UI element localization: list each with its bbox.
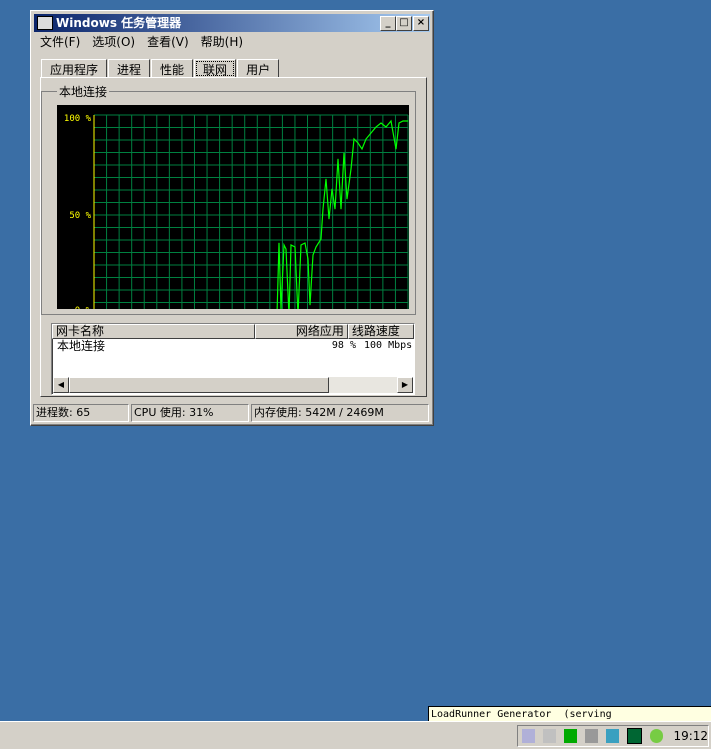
data-point [291,245,292,246]
status-processes: 进程数: 65 [33,404,129,422]
col-link-speed[interactable]: 线路速度 [348,324,414,339]
data-point [347,199,348,200]
data-point [295,247,296,248]
network-graph: 100 % 50 % 0 % [57,105,409,309]
network-icon[interactable] [543,729,556,743]
adapter-speed: 100 Mbps [356,339,412,353]
data-point [286,249,287,250]
menu-bar: 文件(F) 选项(O) 查看(V) 帮助(H) [34,33,249,51]
data-point [371,133,372,134]
status-memory: 内存使用: 542M / 2469M [251,404,429,422]
y-tick-label: 50 % [69,211,91,221]
adapter-name: 本地连接 [52,339,266,353]
taskbar: 19:12 [0,721,711,749]
data-point [301,245,302,246]
scroll-right-button[interactable]: ▶ [397,377,413,393]
data-point [326,179,327,180]
scroll-left-button[interactable]: ◀ [53,377,69,393]
status-icon[interactable] [650,729,663,743]
menu-file[interactable]: 文件(F) [34,33,86,51]
data-point [332,189,333,190]
data-point [344,153,345,154]
scroll-thumb[interactable] [69,377,329,393]
menu-options[interactable]: 选项(O) [86,33,141,51]
keyboard-icon[interactable] [522,729,535,743]
data-point [329,219,330,220]
list-header: 网卡名称 网络应用 线路速度 [52,324,414,339]
sync-icon[interactable] [606,729,619,743]
data-point [308,259,309,260]
tab-networking[interactable]: 联网 [194,59,236,78]
tab-users[interactable]: 用户 [237,59,279,78]
data-point [408,121,409,122]
data-point [279,243,280,244]
data-point [338,159,339,160]
data-point [323,209,324,210]
y-tick-label: 0 % [75,306,92,309]
status-cpu: CPU 使用: 31% [131,404,249,422]
data-point [396,149,397,150]
menu-view[interactable]: 查看(V) [141,33,195,51]
monitor-icon[interactable] [564,729,577,743]
table-row[interactable]: 本地连接 98 % 100 Mbps [52,339,414,353]
group-label: 本地连接 [57,83,109,100]
data-point [310,305,311,306]
data-point [316,247,317,248]
tab-performance[interactable]: 性能 [151,59,193,78]
oscilloscope-icon[interactable] [627,728,642,744]
tool-icon[interactable] [585,729,598,743]
data-point [386,127,387,128]
data-point [313,255,314,256]
system-tray: 19:12 [517,725,709,747]
data-point [305,243,306,244]
data-point [376,127,377,128]
col-network-usage[interactable]: 网络应用 [255,324,348,339]
adapter-list[interactable]: 网卡名称 网络应用 线路速度 本地连接 98 % 100 Mbps ◀ ▶ [51,323,415,395]
data-point [351,169,352,170]
data-point [341,209,342,210]
data-point [284,245,285,246]
status-bar: 进程数: 65 CPU 使用: 31% 内存使用: 542M / 2469M [33,404,431,422]
window-title: Windows 任务管理器 [56,16,181,30]
maximize-button[interactable]: □ [396,16,412,31]
data-point [399,123,400,124]
task-manager-window: Windows 任务管理器 _ □ × 文件(F) 选项(O) 查看(V) 帮助… [30,10,434,426]
menu-help[interactable]: 帮助(H) [195,33,249,51]
data-point [358,143,359,144]
data-point [391,121,392,122]
data-point [354,139,355,140]
data-point [381,123,382,124]
tab-processes[interactable]: 进程 [108,59,150,78]
title-bar[interactable]: Windows 任务管理器 _ □ × [34,14,430,32]
app-icon [37,16,53,30]
close-button[interactable]: × [413,16,429,31]
tab-applications[interactable]: 应用程序 [41,59,107,78]
clock[interactable]: 19:12 [673,729,708,743]
network-chart: 100 % 50 % 0 % [57,105,409,309]
minimize-button[interactable]: _ [380,16,396,31]
data-point [321,239,322,240]
adapter-usage: 98 % [266,339,356,353]
col-adapter-name[interactable]: 网卡名称 [52,324,255,339]
data-point [362,149,363,150]
data-point [403,121,404,122]
horizontal-scrollbar[interactable]: ◀ ▶ [53,377,413,393]
data-point [335,209,336,210]
data-point [366,139,367,140]
y-tick-label: 100 % [64,114,92,124]
tab-strip: 应用程序 进程 性能 联网 用户 [41,59,280,78]
